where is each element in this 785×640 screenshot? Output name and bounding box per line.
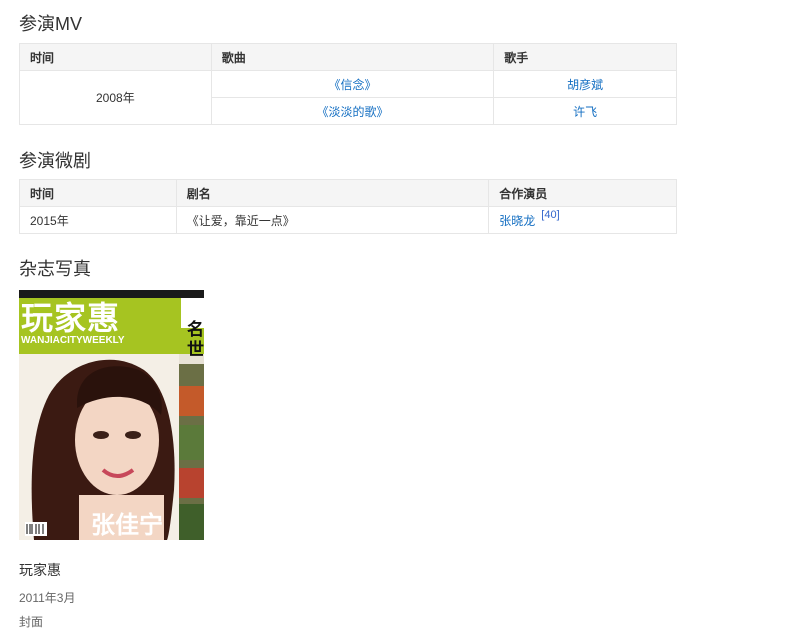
drama-actor-link[interactable]: 张晓龙 — [499, 214, 535, 228]
cover-side-text: 名 世 — [187, 320, 204, 359]
mv-table-row: 2008年 《信念》 胡彦斌 — [19, 70, 677, 125]
mv-section-heading: 参演MV — [19, 14, 82, 34]
mv-song-link[interactable]: 《淡淡的歌》 — [316, 105, 388, 119]
reference-link[interactable]: [40] — [541, 209, 559, 221]
mv-singer-link[interactable]: 许飞 — [573, 105, 597, 119]
drama-col-actor: 合作演员 — [488, 179, 677, 207]
drama-section-heading: 参演微剧 — [19, 151, 91, 171]
drama-table-row: 2015年 《让爱，靠近一点》 张晓龙 [40] — [19, 206, 677, 234]
mv-col-singer: 歌手 — [493, 43, 677, 71]
drama-col-title: 剧名 — [175, 179, 490, 207]
magazine-date: 2011年3月 — [19, 591, 76, 605]
cover-name-text: 张佳宁 — [91, 512, 163, 539]
mv-table: 时间 歌曲 歌手 2008年 《信念》 胡彦斌 《淡淡的歌》 许飞 — [19, 43, 677, 125]
mv-singer-link[interactable]: 胡彦斌 — [567, 78, 603, 92]
drama-table: 时间 剧名 合作演员 2015年 《让爱，靠近一点》 张晓龙 [40] — [19, 179, 677, 234]
mv-col-song: 歌曲 — [210, 43, 495, 71]
mv-song-link[interactable]: 《信念》 — [328, 78, 376, 92]
drama-title: 《让爱，靠近一点》 — [175, 206, 490, 234]
cover-masthead-sub: WANJIACITYWEEKLY — [21, 335, 125, 346]
mv-table-header: 时间 歌曲 歌手 — [19, 43, 677, 71]
magazine-section-heading: 杂志写真 — [19, 259, 91, 279]
magazine-caption[interactable]: 玩家惠 — [19, 560, 61, 580]
mv-col-time: 时间 — [19, 43, 212, 71]
drama-year: 2015年 — [19, 206, 177, 234]
cover-masthead: 玩家惠 — [21, 300, 121, 336]
magazine-cover-image[interactable]: 玩家惠 WANJIACITYWEEKLY 名 世 张佳宁 — [19, 290, 204, 540]
drama-table-header: 时间 剧名 合作演员 — [19, 179, 677, 207]
drama-col-time: 时间 — [19, 179, 177, 207]
mv-year: 2008年 — [19, 70, 212, 125]
magazine-type: 封面 — [19, 615, 44, 629]
